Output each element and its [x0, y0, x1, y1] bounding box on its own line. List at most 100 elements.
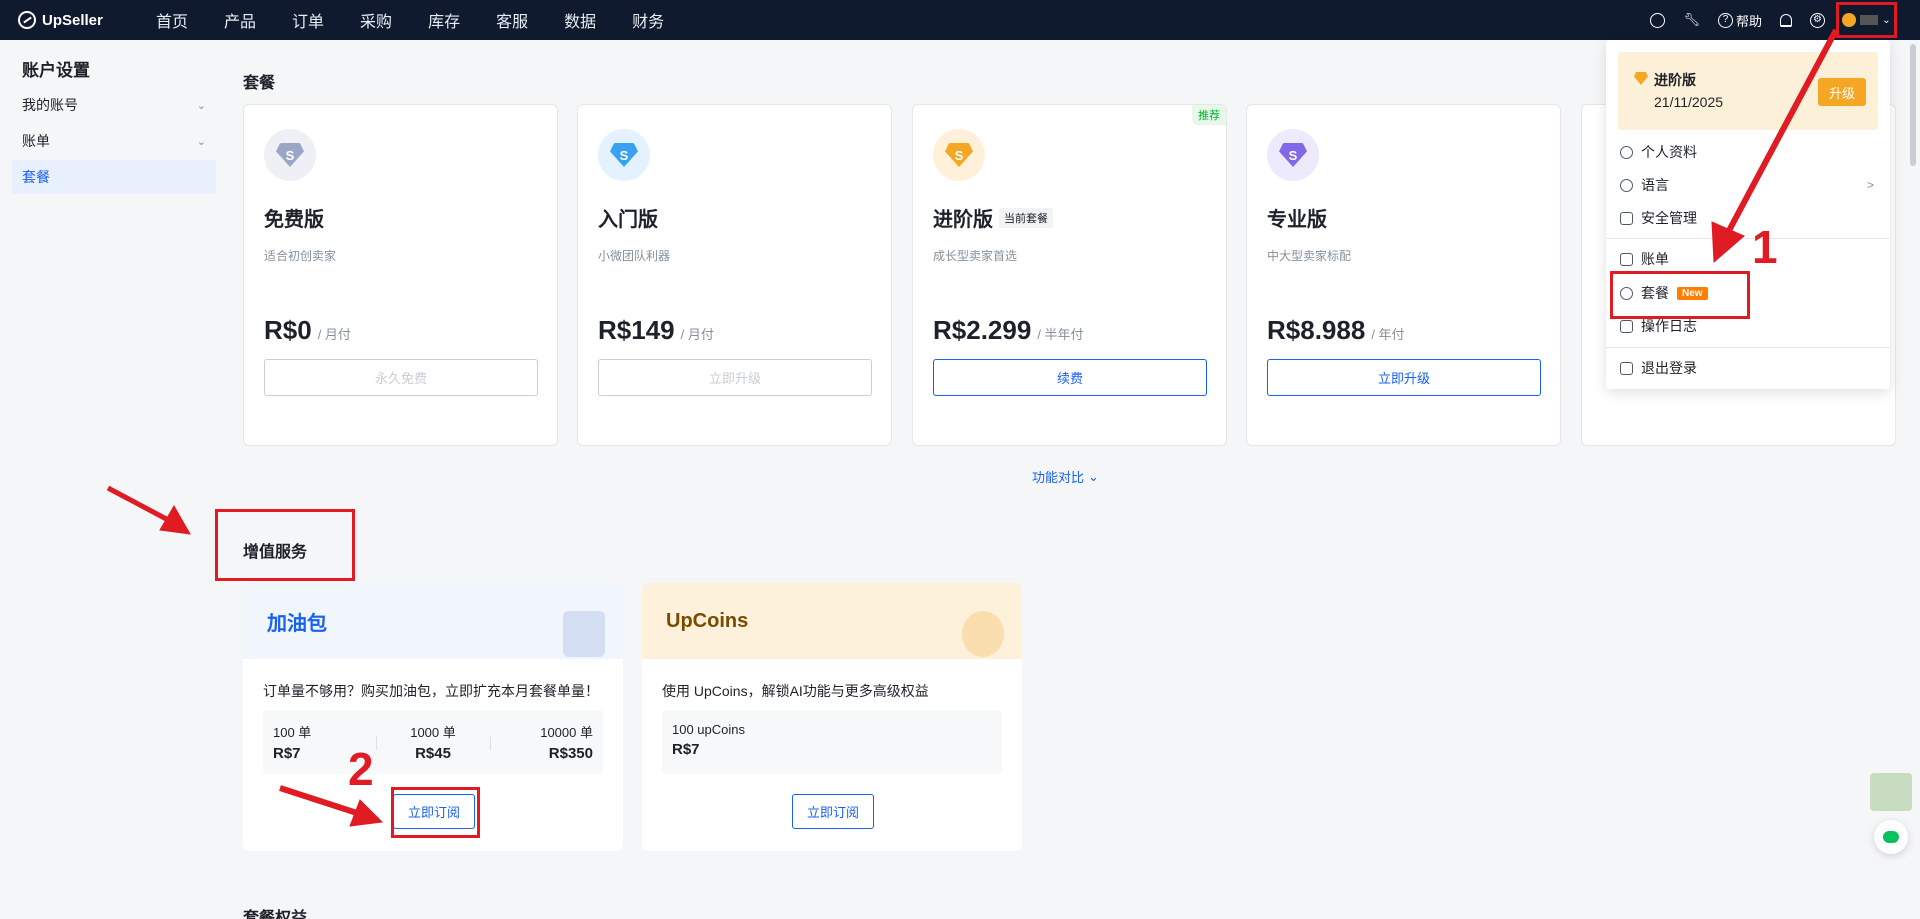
nav-analytics[interactable]: 数据	[546, 8, 614, 32]
main-menu: 首页 产品 订单 采购 库存 客服 客服 数据 财务	[138, 8, 682, 32]
plan-price: R$2.299/ 半年付	[933, 315, 1084, 345]
upcoins-options: 100 upCoins R$7	[662, 710, 1002, 774]
plan-price: R$149/ 月付	[598, 315, 714, 345]
nav-inventory[interactable]: 库存	[410, 8, 478, 32]
help-button[interactable]: ? 帮助	[1717, 11, 1762, 30]
menu-item-billing[interactable]: 账单	[1618, 244, 1878, 274]
shield-icon	[1620, 211, 1633, 225]
chevron-down-icon: ⌄	[196, 99, 206, 112]
plan-name: 免费版	[264, 209, 324, 231]
language-globe-button[interactable]	[1650, 12, 1666, 28]
upgrade-button[interactable]: 升级	[1818, 78, 1866, 106]
chevron-right-icon: >	[1866, 178, 1874, 192]
plan-gem-icon	[1634, 72, 1648, 85]
floating-avatar[interactable]	[1870, 773, 1912, 811]
upcoins-desc: 使用 UpCoins，解锁AI功能与更多高级权益	[662, 683, 929, 699]
upseller-logo-icon	[18, 11, 36, 29]
plan-desc: 小微团队利器	[598, 249, 671, 263]
menu-item-logout[interactable]: 退出登录	[1618, 353, 1878, 383]
plan-price: R$0/ 月付	[264, 315, 351, 345]
sidebar-item-my-account[interactable]: 我的账号 ⌄	[12, 88, 216, 122]
clipboard-icon	[563, 611, 605, 657]
chevron-down-icon: ⌄	[1882, 14, 1891, 26]
sidebar-item-label: 套餐	[22, 169, 50, 185]
upcoins-card: UpCoins 使用 UpCoins，解锁AI功能与更多高级权益 100 upC…	[642, 583, 1022, 851]
brand-logo[interactable]: UpSeller	[18, 11, 138, 29]
current-plan-expiry: 21/11/2025	[1654, 94, 1724, 110]
plan-free-button: 永久免费	[264, 359, 538, 396]
avatar	[1860, 15, 1879, 25]
sidebar-title: 账户设置	[22, 61, 90, 80]
sidebar-item-billing[interactable]: 账单 ⌄	[12, 124, 216, 158]
plan-advanced-icon: S	[933, 129, 985, 181]
annotation-box-plans-menu	[1610, 271, 1750, 319]
plan-price: R$8.988/ 年付	[1267, 315, 1405, 345]
plan-desc: 适合初创卖家	[264, 249, 337, 263]
feature-compare-toggle[interactable]: 功能对比 ⌄	[1032, 467, 1099, 486]
logout-icon	[1620, 361, 1633, 375]
plans-section-title: 套餐	[243, 75, 276, 92]
recommended-badge: 推荐	[1192, 105, 1226, 125]
plan-pro-upgrade-button[interactable]: 立即升级	[1267, 359, 1541, 396]
nav-purchase[interactable]: 采购	[342, 8, 410, 32]
top-navbar: UpSeller 首页 产品 订单 采购 库存 客服 客服 数据 财务 🔧︎ ?…	[0, 0, 1920, 40]
upcoins-subscribe-button[interactable]: 立即订阅	[792, 794, 874, 829]
plan-gem-icon	[1842, 13, 1857, 27]
plan-starter-icon: S	[598, 129, 650, 181]
current-plan-tag: 当前套餐	[999, 207, 1053, 228]
tools-button[interactable]: 🔧︎	[1683, 12, 1700, 28]
plan-card-pro: S 专业版 中大型卖家标配 R$8.988/ 年付 立即升级	[1246, 104, 1561, 446]
current-plan-panel: 进阶版 21/11/2025 升级	[1618, 52, 1878, 130]
fuel-option-1000[interactable]: 1000 单 R$45	[376, 710, 489, 774]
help-label: 帮助	[1735, 13, 1762, 29]
menu-item-profile[interactable]: 个人资料	[1618, 137, 1878, 167]
question-icon: ?	[1717, 12, 1733, 28]
brand-name: UpSeller	[42, 11, 103, 29]
nav-home[interactable]: 首页	[138, 8, 206, 32]
compare-label: 功能对比	[1032, 470, 1085, 485]
upcoins-option-100[interactable]: 100 upCoins R$7	[662, 710, 1002, 774]
notification-button[interactable]	[1780, 13, 1792, 27]
annotation-number-1: 1	[1752, 221, 1778, 273]
rocket-icon	[962, 611, 1004, 657]
wechat-icon	[1883, 831, 1899, 843]
current-plan-name: 进阶版	[1654, 72, 1696, 88]
menu-item-security[interactable]: 安全管理	[1618, 203, 1878, 233]
plan-name: 入门版	[598, 209, 658, 231]
wrench-icon: 🔧︎	[1683, 12, 1700, 27]
plan-card-starter: S 入门版 小微团队利器 R$149/ 月付 立即升级	[577, 104, 892, 446]
palette-icon	[1620, 178, 1633, 192]
floating-chat-button[interactable]	[1874, 820, 1908, 854]
bell-icon	[1780, 13, 1792, 27]
page-scrollbar[interactable]	[1910, 44, 1916, 166]
fuel-option-10000[interactable]: 10000 单 R$350	[489, 710, 603, 774]
menu-divider	[1606, 238, 1890, 239]
nav-customer-service[interactable]: 客服	[478, 8, 546, 32]
account-sidebar: 账户设置 我的账号 ⌄ 账单 ⌄ 套餐	[0, 40, 230, 919]
user-icon	[1620, 145, 1633, 159]
menu-item-language[interactable]: 语言 >	[1618, 170, 1878, 200]
log-icon	[1620, 319, 1633, 333]
nav-products[interactable]: 产品	[206, 8, 274, 32]
globe-icon	[1650, 12, 1666, 28]
plan-starter-upgrade-button: 立即升级	[598, 359, 872, 396]
upcoins-title: UpCoins	[642, 583, 1022, 659]
nav-orders[interactable]: 订单	[274, 8, 342, 32]
annotation-box-subscribe	[391, 787, 480, 838]
settings-button[interactable]: ⚙	[1810, 12, 1825, 28]
user-dropdown-menu: 进阶版 21/11/2025 升级 个人资料 语言 > 安全管理 账单 套餐 New…	[1606, 40, 1890, 389]
annotation-number-2: 2	[348, 743, 374, 795]
plan-desc: 中大型卖家标配	[1267, 249, 1352, 263]
sidebar-item-label: 我的账号	[22, 97, 78, 113]
plan-card-free: S 免费版 适合初创卖家 R$0/ 月付 永久免费	[243, 104, 558, 446]
plan-card-advanced: 推荐 S 进阶版 当前套餐 成长型卖家首选 R$2.299/ 半年付 续费	[912, 104, 1227, 446]
user-menu-trigger[interactable]: ⌄	[1836, 2, 1897, 38]
fuel-pack-title: 加油包	[243, 583, 623, 659]
plan-name: 专业版	[1267, 209, 1327, 231]
plan-benefits-title: 套餐权益	[243, 910, 308, 919]
sidebar-item-label: 账单	[22, 133, 50, 149]
nav-finance[interactable]: 财务	[614, 8, 682, 32]
plan-renew-button[interactable]: 续费	[933, 359, 1207, 396]
sidebar-item-plans[interactable]: 套餐	[12, 160, 216, 194]
chevron-down-icon: ⌄	[196, 135, 206, 148]
